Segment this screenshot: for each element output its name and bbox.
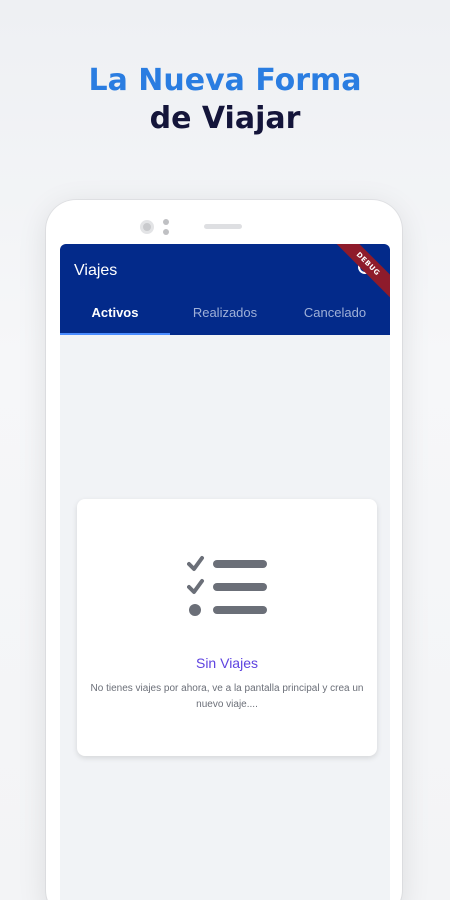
empty-state-title: Sin Viajes	[195, 655, 258, 671]
empty-state-card: Sin Viajes No tienes viajes por ahora, v…	[77, 499, 377, 756]
proximity-sensor	[163, 219, 169, 235]
app-screen: Viajes DEBUG Activos Realizados Cancelad…	[60, 244, 390, 900]
phone-frame: Viajes DEBUG Activos Realizados Cancelad…	[46, 200, 402, 900]
headline-line-1: La Nueva Forma	[88, 63, 362, 98]
front-camera	[140, 220, 154, 234]
tab-bar: Activos Realizados Cancelado	[60, 294, 390, 335]
empty-state-message: No tienes viajes por ahora, ve a la pant…	[90, 683, 364, 710]
tab-realizados[interactable]: Realizados	[170, 294, 280, 335]
page-title: Viajes	[74, 262, 118, 279]
earpiece-speaker	[204, 224, 242, 229]
tab-cancelado[interactable]: Cancelado	[280, 294, 390, 335]
checklist-icon	[187, 556, 267, 616]
promo-headline: La Nueva Forma de Viajar	[0, 62, 450, 138]
headline-line-2: de Viajar	[149, 101, 301, 136]
app-bar: Viajes DEBUG Activos Realizados Cancelad…	[60, 244, 390, 335]
tab-activos[interactable]: Activos	[60, 294, 170, 335]
